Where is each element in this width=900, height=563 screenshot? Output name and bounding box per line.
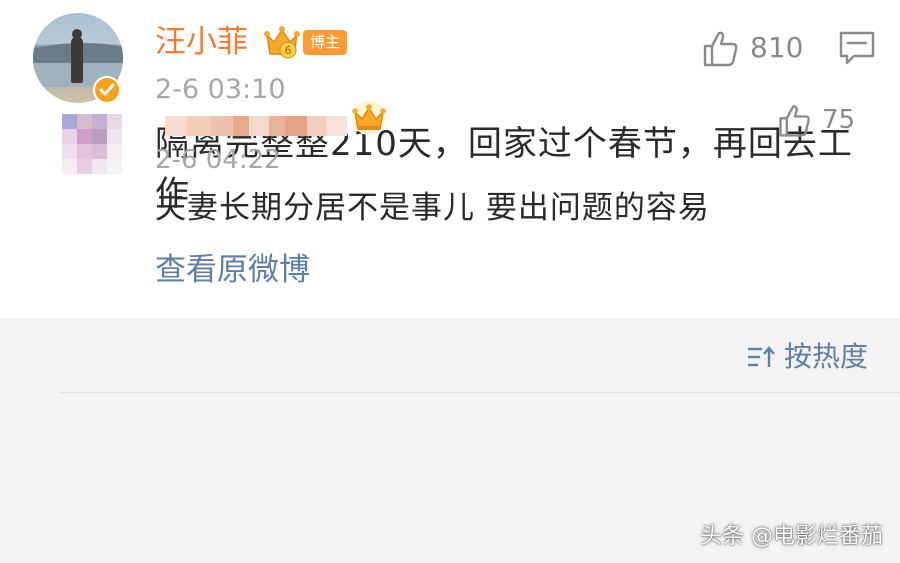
sort-icon	[747, 346, 775, 367]
comment-timestamp: 2-6 04:22	[155, 145, 281, 175]
username[interactable]: 汪小菲	[155, 22, 248, 62]
comment-icon[interactable]	[838, 30, 876, 66]
blogger-badge: 博主	[303, 30, 347, 55]
commenter-name-blurred[interactable]	[165, 116, 347, 136]
crown-icon	[350, 100, 388, 136]
sort-label: 按热度	[783, 340, 868, 373]
weibo-post-card: 汪小菲 6 博主 810 2-6 03:10 隔离完整整210天，回家过个春节，…	[0, 0, 900, 318]
comment-like-count: 75	[822, 105, 856, 135]
crown-icon: 6	[264, 25, 300, 59]
divider	[60, 392, 900, 393]
thumbs-up-icon[interactable]	[700, 29, 740, 69]
commenter-avatar[interactable]	[62, 114, 124, 176]
view-original-link[interactable]: 查看原微博	[155, 248, 310, 292]
verified-check-icon	[93, 76, 121, 104]
level-number: 6	[285, 44, 292, 57]
sort-by-hot-button[interactable]: 按热度	[746, 338, 868, 376]
like-count: 810	[750, 31, 804, 64]
post-timestamp: 2-6 03:10	[155, 74, 286, 105]
avatar-person	[71, 37, 83, 83]
comment-text: 夫妻长期分居不是事儿 要出问题的容易	[155, 190, 710, 226]
watermark: 头条 @电影烂番茄	[700, 524, 883, 549]
thumbs-up-icon[interactable]	[776, 103, 812, 139]
